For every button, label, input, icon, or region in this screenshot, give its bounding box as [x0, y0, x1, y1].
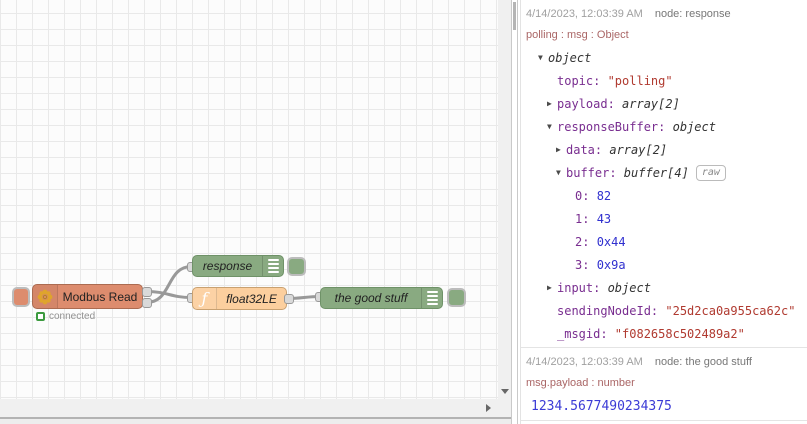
collapse-icon[interactable]: ▼ [547, 122, 557, 131]
node-the-good-stuff[interactable]: the good stuff [320, 287, 443, 309]
object-key: 3: [575, 257, 597, 272]
object-key: 1: [575, 211, 597, 226]
debug-tree-row: ▼ buffer: buffer[4] raw [538, 161, 807, 184]
raw-toggle-button[interactable]: raw [695, 164, 726, 181]
function-icon: ƒ [193, 288, 217, 309]
node-response[interactable]: response [192, 255, 284, 277]
debug-tree-row: 3: 0x9a [538, 253, 807, 276]
debug-tree-row: ▼ responseBuffer: object [538, 115, 807, 138]
debug-tree-row: 2: 0x44 [538, 230, 807, 253]
expand-icon[interactable]: ▶ [547, 99, 557, 108]
modbus-status: connected [36, 311, 95, 322]
flow-canvas[interactable]: Modbus Read connected response ƒ float32… [0, 0, 498, 399]
status-text: connected [49, 311, 96, 322]
object-value: "polling" [607, 73, 673, 88]
debug-message-meta: 4/14/2023, 12:03:39 AM node: response [526, 4, 807, 24]
object-value: 43 [596, 211, 612, 226]
object-key: sendingNodeId: [557, 303, 666, 318]
object-key: data: [566, 142, 610, 157]
debug-tree-row: 0: 82 [538, 184, 807, 207]
object-value: 82 [596, 188, 612, 203]
debug-tree-row: ▼ object [538, 46, 807, 69]
node-label: float32LE [226, 291, 277, 306]
modbus-node-button[interactable] [12, 287, 30, 307]
function-output-port[interactable] [284, 294, 294, 304]
debug-tree-row: _msgid: "f082658c502489a2" [538, 322, 807, 345]
collapse-icon[interactable]: ▼ [556, 168, 566, 177]
node-label: the good stuff [334, 291, 408, 305]
window-bottom-edge [0, 417, 511, 424]
modbus-output-port-1[interactable] [142, 287, 152, 297]
expand-icon[interactable]: ▶ [547, 283, 557, 292]
wire-modbus-to-function[interactable] [145, 290, 193, 299]
goodstuff-debug-toggle-button[interactable] [447, 288, 466, 307]
object-key: payload: [557, 96, 623, 111]
timestamp: 4/14/2023, 12:03:39 AM [526, 8, 643, 20]
status-dot-icon [36, 312, 45, 321]
scroll-right-arrow-icon[interactable] [486, 404, 491, 412]
debug-message-list: 4/14/2023, 12:03:39 AM node: response po… [520, 0, 807, 424]
scroll-down-arrow-icon[interactable] [501, 389, 509, 394]
modbus-output-port-2[interactable] [142, 298, 152, 308]
sidebar-scrollbar[interactable] [511, 0, 518, 424]
object-value: 0x9a [596, 257, 626, 272]
debug-tree-row: ▶ payload: array[2] [538, 92, 807, 115]
debug-message-topic: polling : msg : Object [526, 29, 629, 41]
object-key: topic: [557, 73, 608, 88]
object-value: object [672, 119, 716, 134]
object-key: input: [557, 280, 608, 295]
object-key: 2: [575, 234, 597, 249]
response-debug-toggle-button[interactable] [287, 257, 306, 276]
modbus-icon [33, 285, 58, 308]
debug-icon [262, 256, 283, 276]
node-red-editor: Modbus Read connected response ƒ float32… [0, 0, 807, 424]
object-value: buffer[4] [623, 165, 689, 180]
object-key: buffer: [566, 165, 624, 180]
debug-tree-row: topic: "polling" [538, 69, 807, 92]
node-label: Modbus Read [62, 289, 138, 304]
debug-tree-row: sendingNodeId: "25d2ca0a955ca62c" [538, 299, 807, 322]
object-value: "f082658c502489a2" [614, 326, 745, 341]
source-node-label: node: the good stuff [654, 356, 752, 368]
sidebar-scrollbar-thumb[interactable] [513, 2, 516, 30]
canvas-vertical-scrollbar[interactable] [498, 0, 511, 399]
debug-tree: ▼ object topic: "polling" ▶ payload: array[2… [526, 46, 807, 345]
debug-tree-row: ▶ input: object [538, 276, 807, 299]
debug-icon [421, 288, 442, 308]
debug-message-topic: msg.payload : number [526, 377, 635, 389]
debug-message-response[interactable]: 4/14/2023, 12:03:39 AM node: response po… [521, 0, 807, 348]
debug-message-meta: 4/14/2023, 12:03:39 AM node: the good st… [526, 352, 807, 372]
source-node-label: node: response [654, 8, 731, 20]
object-key: responseBuffer: [557, 119, 673, 134]
debug-tree-row: ▶ data: array[2] [538, 138, 807, 161]
object-value: object [607, 280, 651, 295]
debug-number-value: 1234.5677490234375 [531, 398, 672, 414]
canvas-horizontal-scrollbar[interactable] [0, 399, 511, 417]
debug-message-goodstuff[interactable]: 4/14/2023, 12:03:39 AM node: the good st… [521, 348, 807, 421]
node-label: response [202, 259, 253, 273]
object-value: object [548, 50, 592, 65]
node-modbus-read[interactable]: Modbus Read [32, 284, 143, 309]
timestamp: 4/14/2023, 12:03:39 AM [526, 356, 643, 368]
wires-layer [145, 265, 321, 304]
object-value: "25d2ca0a955ca62c" [665, 303, 796, 318]
debug-tree-row: 1: 43 [538, 207, 807, 230]
node-float32le[interactable]: ƒ float32LE [192, 287, 287, 310]
object-key: 0: [575, 188, 597, 203]
expand-icon[interactable]: ▶ [556, 145, 566, 154]
object-value: 0x44 [596, 234, 626, 249]
collapse-icon[interactable]: ▼ [538, 53, 548, 62]
object-value: array[2] [609, 142, 668, 157]
object-value: array[2] [622, 96, 680, 111]
debug-sidebar[interactable]: 4/14/2023, 12:03:39 AM node: response po… [518, 0, 807, 424]
object-key: _msgid: [557, 326, 615, 341]
